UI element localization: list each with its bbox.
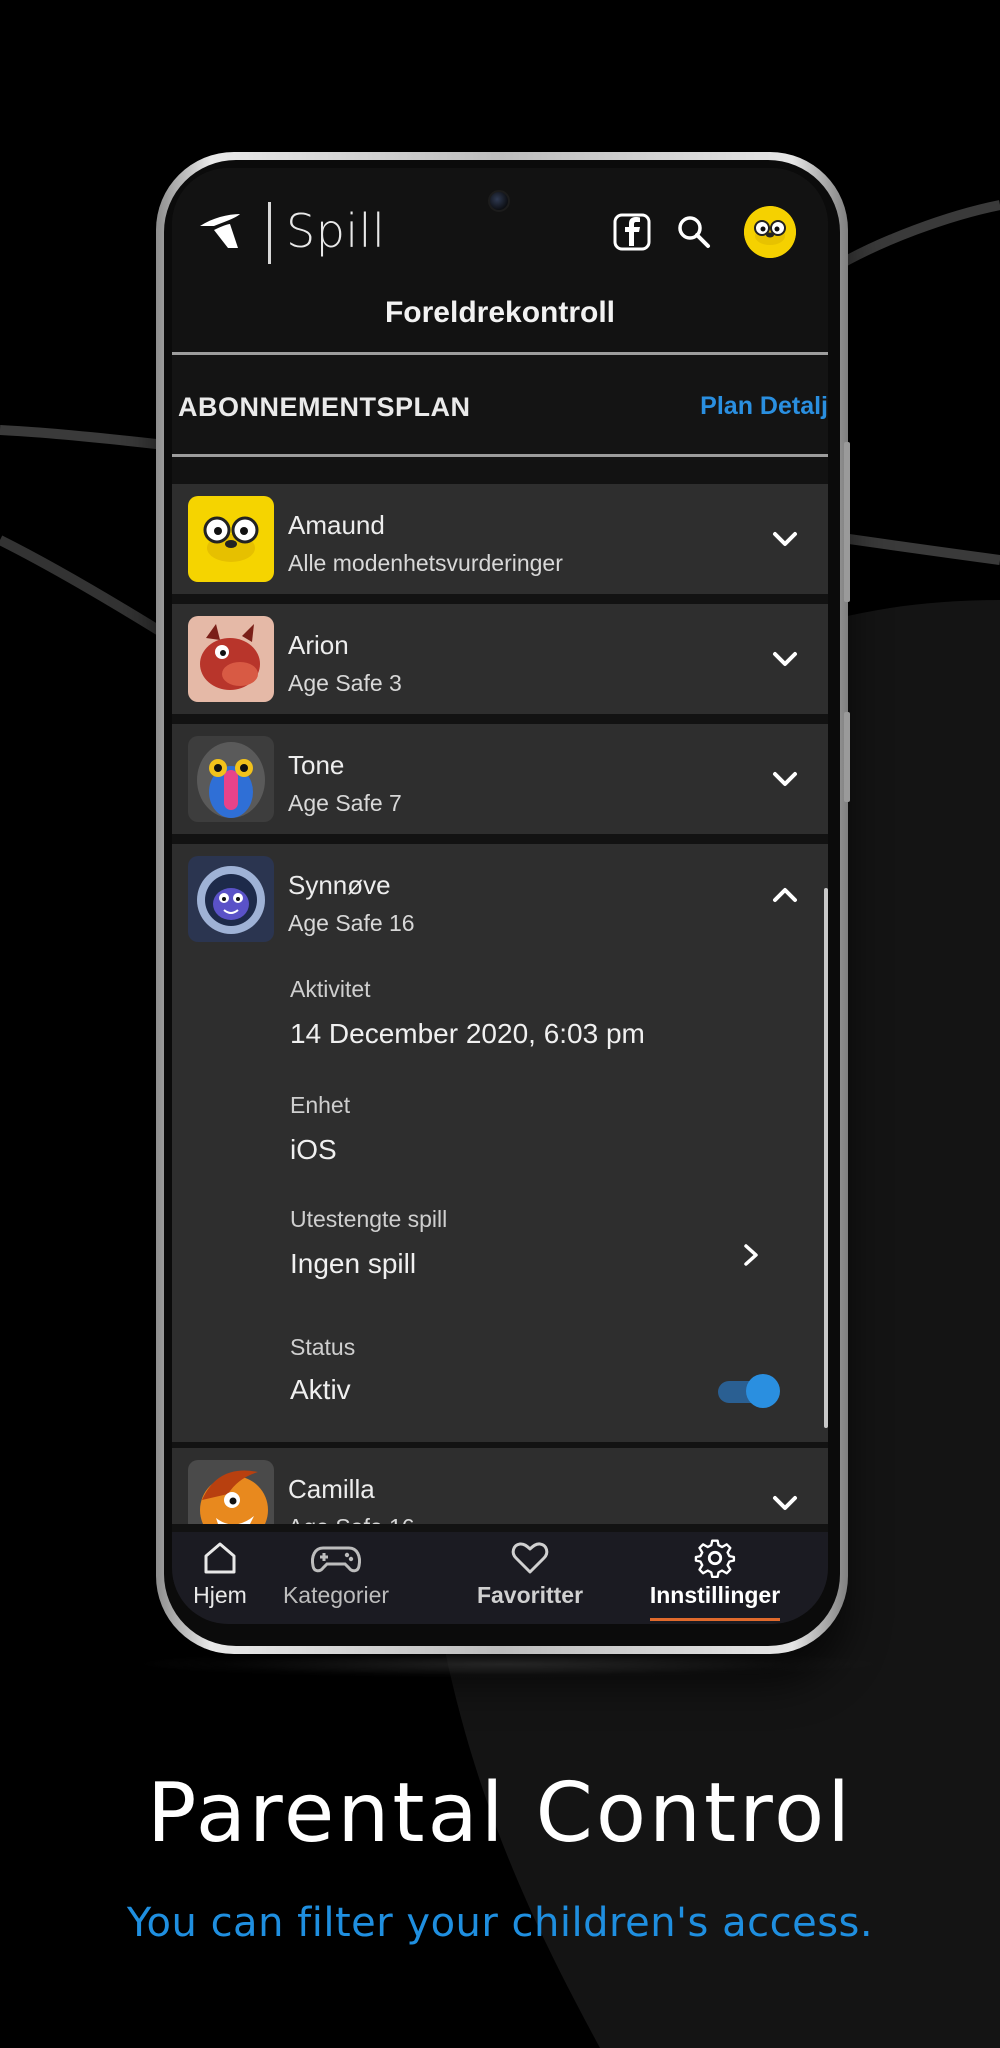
nav-settings[interactable]: Innstillinger: [640, 1532, 790, 1624]
nav-home[interactable]: Hjem: [172, 1532, 268, 1624]
nav-label: Kategorier: [282, 1582, 390, 1608]
chevron-down-icon[interactable]: [770, 764, 800, 794]
profile-rating: Age Safe 7: [288, 790, 402, 816]
gamepad-icon: [311, 1546, 361, 1573]
logo-divider: [268, 202, 271, 264]
marketing-headline: Parental Control: [146, 1766, 853, 1861]
home-icon: [204, 1542, 236, 1574]
chevron-down-icon[interactable]: [770, 524, 800, 554]
active-tab-indicator: [650, 1618, 780, 1621]
profile-avatar: [188, 496, 274, 582]
activity-value: 14 December 2020, 6:03 pm: [290, 1018, 645, 1049]
divider: [172, 454, 828, 457]
facebook-icon[interactable]: [610, 210, 654, 254]
phone-shadow: [134, 1650, 874, 1678]
status-label: Status: [290, 1334, 356, 1360]
profile-name: Synnøve: [288, 870, 391, 900]
profile-name: Arion: [288, 630, 349, 660]
profile-card-arion[interactable]: Arion Age Safe 3: [172, 604, 828, 714]
nav-categories[interactable]: Kategorier: [268, 1532, 404, 1624]
profile-avatar: [188, 1460, 274, 1524]
plan-details-link[interactable]: Plan Detalj: [700, 392, 828, 421]
bottom-navigation: Hjem Kategorier Favoritter Innstillinger: [172, 1532, 828, 1624]
subscription-plan-title: ABONNEMENTSPLAN: [178, 392, 471, 422]
profile-name: Camilla: [288, 1474, 375, 1504]
profile-rating: Age Safe 3: [288, 670, 402, 696]
telenor-logo-icon: [200, 214, 240, 248]
nav-label: Hjem: [193, 1582, 247, 1608]
power-button: [844, 712, 850, 802]
status-value: Aktiv: [290, 1374, 351, 1405]
profile-card-tone[interactable]: Tone Age Safe 7: [172, 724, 828, 834]
chevron-down-icon[interactable]: [770, 644, 800, 674]
nav-favorites[interactable]: Favoritter: [460, 1532, 600, 1624]
activity-label: Aktivitet: [290, 976, 371, 1002]
nav-label: Favoritter: [476, 1582, 584, 1608]
blocked-games-label: Utestengte spill: [290, 1206, 448, 1232]
phone-screen: Spill Foreldrekontroll ABONNEMENTSPLAN P…: [172, 168, 828, 1624]
profile-card-camilla[interactable]: Camilla Age Safe 16: [172, 1448, 828, 1524]
profile-avatar: [188, 856, 274, 942]
chevron-right-icon[interactable]: [738, 1240, 764, 1270]
page-title: Foreldrekontroll: [384, 296, 616, 329]
heart-icon: [511, 1542, 549, 1574]
profile-list[interactable]: Amaund Alle modenhetsvurderinger Arion A…: [172, 484, 828, 1524]
profile-card-amaund[interactable]: Amaund Alle modenhetsvurderinger: [172, 484, 828, 594]
front-camera: [488, 190, 510, 212]
chevron-down-icon[interactable]: [770, 1488, 800, 1518]
subscription-plan-row: ABONNEMENTSPLAN Plan Detalj: [172, 356, 828, 460]
profile-avatar: [188, 616, 274, 702]
profile-avatar: [188, 736, 274, 822]
device-label: Enhet: [290, 1092, 351, 1118]
profile-name: Tone: [288, 750, 345, 780]
profile-rating: Age Safe 16: [288, 910, 415, 936]
app-header: Spill: [172, 168, 828, 288]
profile-card-synnove[interactable]: Synnøve Age Safe 16 Aktivitet 14 Decembe…: [172, 844, 828, 1442]
blocked-games-value[interactable]: Ingen spill: [290, 1248, 416, 1280]
profile-rating: Age Safe 16: [288, 1514, 415, 1524]
user-avatar[interactable]: [744, 206, 796, 258]
device-value: iOS: [290, 1134, 337, 1165]
brand-name: Spill: [286, 204, 386, 258]
marketing-tagline: You can filter your children's access.: [126, 1900, 874, 1946]
profile-rating: Alle modenhetsvurderinger: [288, 550, 563, 576]
chevron-up-icon[interactable]: [770, 880, 800, 910]
scrollbar[interactable]: [824, 888, 828, 1428]
search-icon[interactable]: [672, 210, 716, 254]
gear-icon: [694, 1539, 736, 1578]
profile-name: Amaund: [288, 510, 385, 540]
volume-button: [844, 442, 850, 602]
status-toggle[interactable]: [718, 1372, 782, 1410]
nav-label: Innstillinger: [649, 1582, 781, 1608]
divider: [172, 352, 828, 355]
toggle-knob: [746, 1374, 780, 1408]
